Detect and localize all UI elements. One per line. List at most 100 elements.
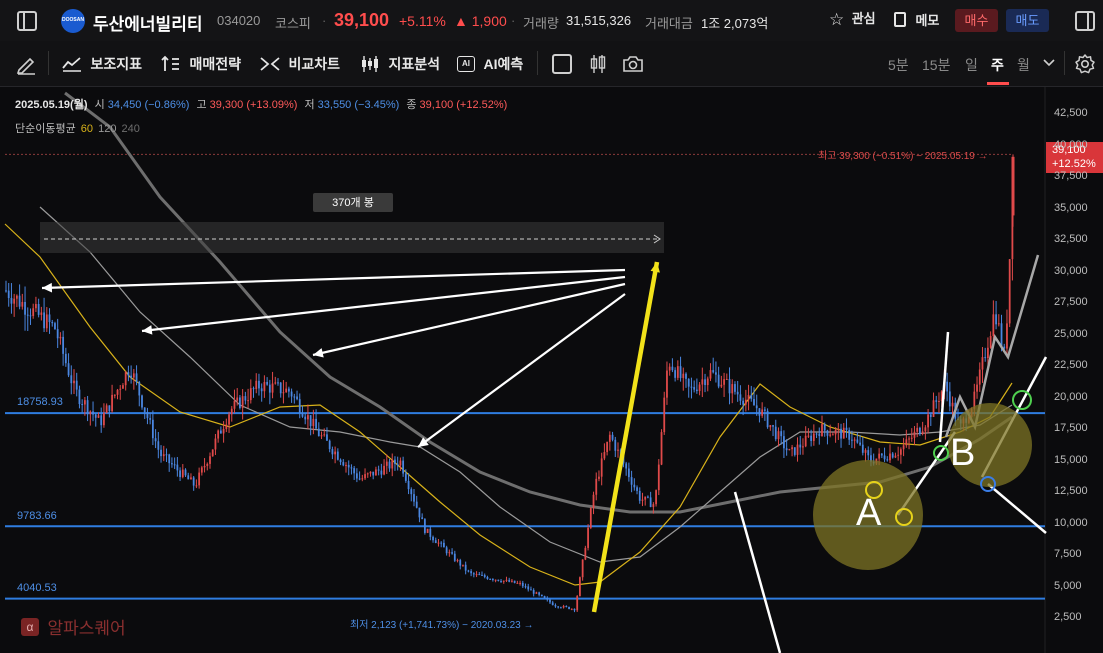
memo-button[interactable]: 메모 <box>894 10 939 29</box>
candle-body <box>187 475 190 480</box>
candle-body <box>921 431 924 434</box>
chevron-down-icon[interactable] <box>1043 58 1055 68</box>
candle-body <box>323 434 326 436</box>
candle-body <box>706 378 709 386</box>
candle-body <box>478 574 481 576</box>
candle-body <box>736 391 739 395</box>
candle-body <box>780 431 783 437</box>
candle-body <box>391 459 394 469</box>
candle-body <box>606 441 609 453</box>
candle-body <box>399 460 402 466</box>
candle-body <box>277 382 279 384</box>
candle-body <box>763 409 766 411</box>
timeframe-day[interactable]: 일 <box>965 55 978 75</box>
candle-body <box>249 388 252 401</box>
y-tick-label: 22,500 <box>1054 359 1088 371</box>
candle-body <box>141 395 143 408</box>
candle-body <box>138 381 141 396</box>
low-label: 저 <box>304 99 315 111</box>
candle-body <box>315 418 317 429</box>
price-axis[interactable]: 42,500 40,000 37,500 35,000 32,500 30,000 27,5… <box>1046 87 1103 653</box>
low-value: 33,550 (−3.45%) <box>317 99 400 111</box>
watchlist-button[interactable]: ☆ 관심 <box>829 10 876 30</box>
candle-body <box>165 454 168 456</box>
candle-body <box>723 379 725 385</box>
candle-body <box>891 453 894 458</box>
candle-body <box>154 438 157 442</box>
analysis-button[interactable]: 지표분석 <box>359 54 440 74</box>
hline-label-2: 9783.66 <box>17 510 57 522</box>
right-panel-toggle-icon[interactable] <box>1075 11 1095 31</box>
candle-body <box>867 450 870 456</box>
candle-body <box>89 411 92 415</box>
aux-indicator-button[interactable]: 보조지표 <box>61 54 142 74</box>
candle-body <box>682 373 685 379</box>
timeframe-5min[interactable]: 5분 <box>888 55 909 75</box>
strategy-button[interactable]: 매매전략 <box>160 54 241 74</box>
chart-type-square-icon[interactable] <box>552 54 572 74</box>
buy-button[interactable]: 매수 <box>955 9 998 32</box>
open-value: 34,450 (−0.86%) <box>107 99 190 111</box>
candle-body <box>511 580 513 582</box>
candle-body <box>647 496 649 498</box>
candle-body <box>652 504 655 508</box>
candle-body <box>222 428 225 434</box>
candle-body <box>364 474 366 479</box>
candle-body <box>168 454 171 464</box>
candle-body <box>840 428 842 439</box>
candle-body <box>695 389 698 392</box>
candle-body <box>497 579 500 581</box>
candle-body <box>472 573 475 575</box>
timeframe-15min[interactable]: 15분 <box>922 55 950 75</box>
candle-body <box>929 414 932 417</box>
candle-body <box>935 400 938 402</box>
candlestick-icon[interactable] <box>588 53 608 75</box>
candle-body <box>712 370 715 373</box>
sidebar-toggle-icon[interactable] <box>17 11 37 31</box>
candle-body <box>581 559 584 578</box>
camera-icon[interactable] <box>622 54 644 74</box>
bar-date: 2025.05.19(월) <box>15 99 88 111</box>
candle-body <box>40 312 43 315</box>
candle-body <box>462 564 464 566</box>
candle-body <box>51 322 54 324</box>
pencil-icon[interactable] <box>15 53 37 75</box>
candle-body <box>413 494 415 502</box>
timeframe-month[interactable]: 월 <box>1017 55 1030 75</box>
sell-button[interactable]: 매도 <box>1006 9 1049 32</box>
candle-body <box>698 384 701 392</box>
compare-button[interactable]: 비교차트 <box>259 54 340 74</box>
high-marker: 최고 39,300 (−0.51%) − 2025.05.19 → <box>818 151 988 162</box>
candle-body <box>633 484 636 488</box>
candle-body <box>644 496 647 500</box>
price-chart[interactable]: 2025.05.19(월) 시 34,450 (−0.86%) 고 39,300… <box>0 87 1103 653</box>
chart-canvas[interactable] <box>0 87 1103 653</box>
timeframe-week[interactable]: 주 <box>991 55 1004 75</box>
y-tick-label: 2,500 <box>1054 611 1082 623</box>
candle-body <box>717 374 720 387</box>
candle-body <box>160 449 162 457</box>
ai-predict-button[interactable]: AI AI예측 <box>457 54 523 74</box>
candle-body <box>135 373 138 382</box>
y-tick-label: 25,000 <box>1054 327 1088 340</box>
candle-body <box>274 382 277 384</box>
candle-body <box>625 463 628 469</box>
candle-body <box>758 408 761 416</box>
candle-body <box>236 397 239 401</box>
candle-body <box>595 478 598 495</box>
settings-gear-icon[interactable] <box>1074 53 1096 75</box>
candle-body <box>124 372 127 386</box>
candle-body <box>445 547 448 554</box>
candle-body <box>239 397 241 408</box>
y-tick-label: 7,500 <box>1054 548 1082 560</box>
candle-body <box>826 430 829 436</box>
candle-body <box>793 447 796 455</box>
ma-legend[interactable]: 단순이동평균 60 120 240 <box>15 120 140 136</box>
candle-body <box>10 298 13 304</box>
candle-body <box>551 602 554 606</box>
candle-body <box>589 508 592 528</box>
candle-body <box>396 463 399 466</box>
candle-body <box>660 432 663 465</box>
watermark-logo-icon: α <box>21 617 39 636</box>
candle-body <box>880 453 883 456</box>
